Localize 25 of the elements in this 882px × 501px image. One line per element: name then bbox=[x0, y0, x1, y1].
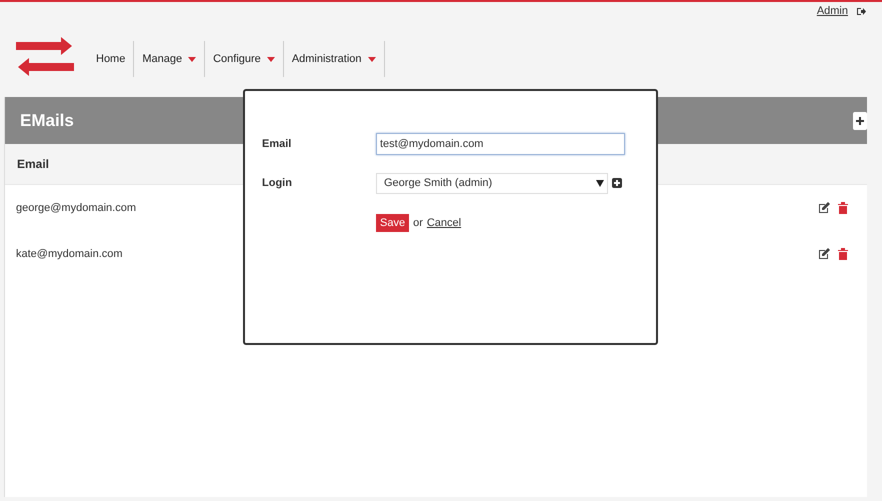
field-label: Email bbox=[262, 138, 292, 150]
field-label: Login bbox=[262, 177, 293, 189]
nav-item[interactable]: Administration bbox=[284, 41, 385, 77]
or-text: or bbox=[413, 217, 423, 229]
login-select[interactable]: George Smith (admin) bbox=[376, 172, 608, 194]
edit-icon[interactable] bbox=[818, 248, 830, 260]
save-button[interactable]: Save bbox=[376, 214, 410, 232]
user-link[interactable]: Admin bbox=[816, 5, 848, 17]
nav-item[interactable]: Home bbox=[88, 41, 134, 77]
nav-item[interactable]: Configure bbox=[205, 41, 284, 77]
table-cell: george@mydomain.com bbox=[16, 202, 136, 214]
plus-icon bbox=[855, 116, 865, 126]
email-field[interactable]: test@mydomain.com bbox=[376, 133, 625, 155]
panel-title: EMails bbox=[20, 110, 74, 130]
trash-icon[interactable] bbox=[837, 248, 849, 260]
trash-icon[interactable] bbox=[837, 202, 849, 214]
column-header: Email bbox=[17, 157, 50, 171]
table-cell: kate@mydomain.com bbox=[16, 248, 123, 260]
add-icon[interactable] bbox=[612, 178, 622, 188]
cancel-link[interactable]: Cancel bbox=[426, 217, 462, 229]
add-button[interactable] bbox=[853, 112, 867, 130]
nav-item[interactable]: Manage bbox=[134, 41, 206, 77]
edit-icon[interactable] bbox=[818, 202, 830, 214]
caret-icon bbox=[596, 179, 604, 187]
logout-icon[interactable] bbox=[856, 6, 866, 16]
